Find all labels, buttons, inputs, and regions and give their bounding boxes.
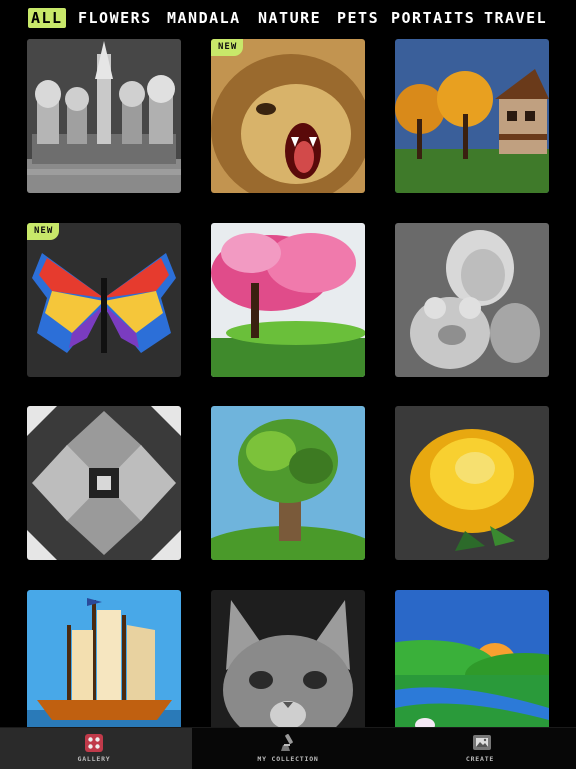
nav-gallery-label: GALLERY (77, 755, 111, 763)
new-badge: NEW (27, 223, 60, 240)
cherry-blossom-tree-picture (211, 223, 365, 377)
gallery-item-mandala[interactable] (27, 406, 181, 560)
picture-frame-icon (473, 735, 491, 750)
green-tree-picture (211, 406, 365, 560)
tab-travel[interactable]: TRAVEL (484, 8, 547, 28)
kitten-picture (211, 590, 365, 727)
new-badge: NEW (211, 39, 244, 56)
gallery-item-girl-with-bear[interactable] (395, 223, 549, 377)
lion-picture (211, 39, 365, 193)
paint-brush-icon (281, 734, 293, 751)
tab-mandala[interactable]: MANDALA (167, 8, 241, 28)
unicorn-landscape-picture (395, 590, 549, 727)
nav-my-collection[interactable]: MY COLLECTION (192, 728, 384, 769)
gallery-item-kitten[interactable] (211, 590, 365, 727)
gallery-grid: NEW NEW (0, 0, 576, 727)
gallery-item-yellow-rose[interactable] (395, 406, 549, 560)
gallery-item-sailing-ship[interactable] (27, 590, 181, 727)
sailing-ship-picture (27, 590, 181, 727)
gallery-item-autumn-house[interactable] (395, 39, 549, 193)
tab-nature[interactable]: NATURE (258, 8, 321, 28)
geometric-mandala-picture (27, 406, 181, 560)
category-tabs: ALL FLOWERS MANDALA NATURE PETS PORTAITS… (0, 0, 576, 36)
autumn-house-picture (395, 39, 549, 193)
bottom-navigation: GALLERY MY COLLECTION CREATE (0, 727, 576, 769)
nav-create-label: CREATE (465, 755, 495, 763)
cathedral-picture (27, 39, 181, 193)
nav-gallery[interactable]: GALLERY (0, 728, 192, 769)
tab-flowers[interactable]: FLOWERS (78, 8, 152, 28)
girl-with-teddy-bear-picture (395, 223, 549, 377)
nav-collection-label: MY COLLECTION (257, 755, 319, 763)
yellow-rose-picture (395, 406, 549, 560)
tab-pets[interactable]: PETS (337, 8, 379, 28)
tab-portaits[interactable]: PORTAITS (391, 8, 475, 28)
gallery-item-unicorn-landscape[interactable] (395, 590, 549, 727)
gallery-item-butterfly[interactable]: NEW (27, 223, 181, 377)
rainbow-butterfly-picture (27, 223, 181, 377)
gallery-item-lion[interactable]: NEW (211, 39, 365, 193)
gallery-grid-icon (85, 734, 103, 752)
gallery-item-green-tree[interactable] (211, 406, 365, 560)
nav-create[interactable]: CREATE (384, 728, 576, 769)
gallery-item-cherry-blossom[interactable] (211, 223, 365, 377)
gallery-item-cathedral[interactable] (27, 39, 181, 193)
tab-all[interactable]: ALL (28, 8, 66, 28)
